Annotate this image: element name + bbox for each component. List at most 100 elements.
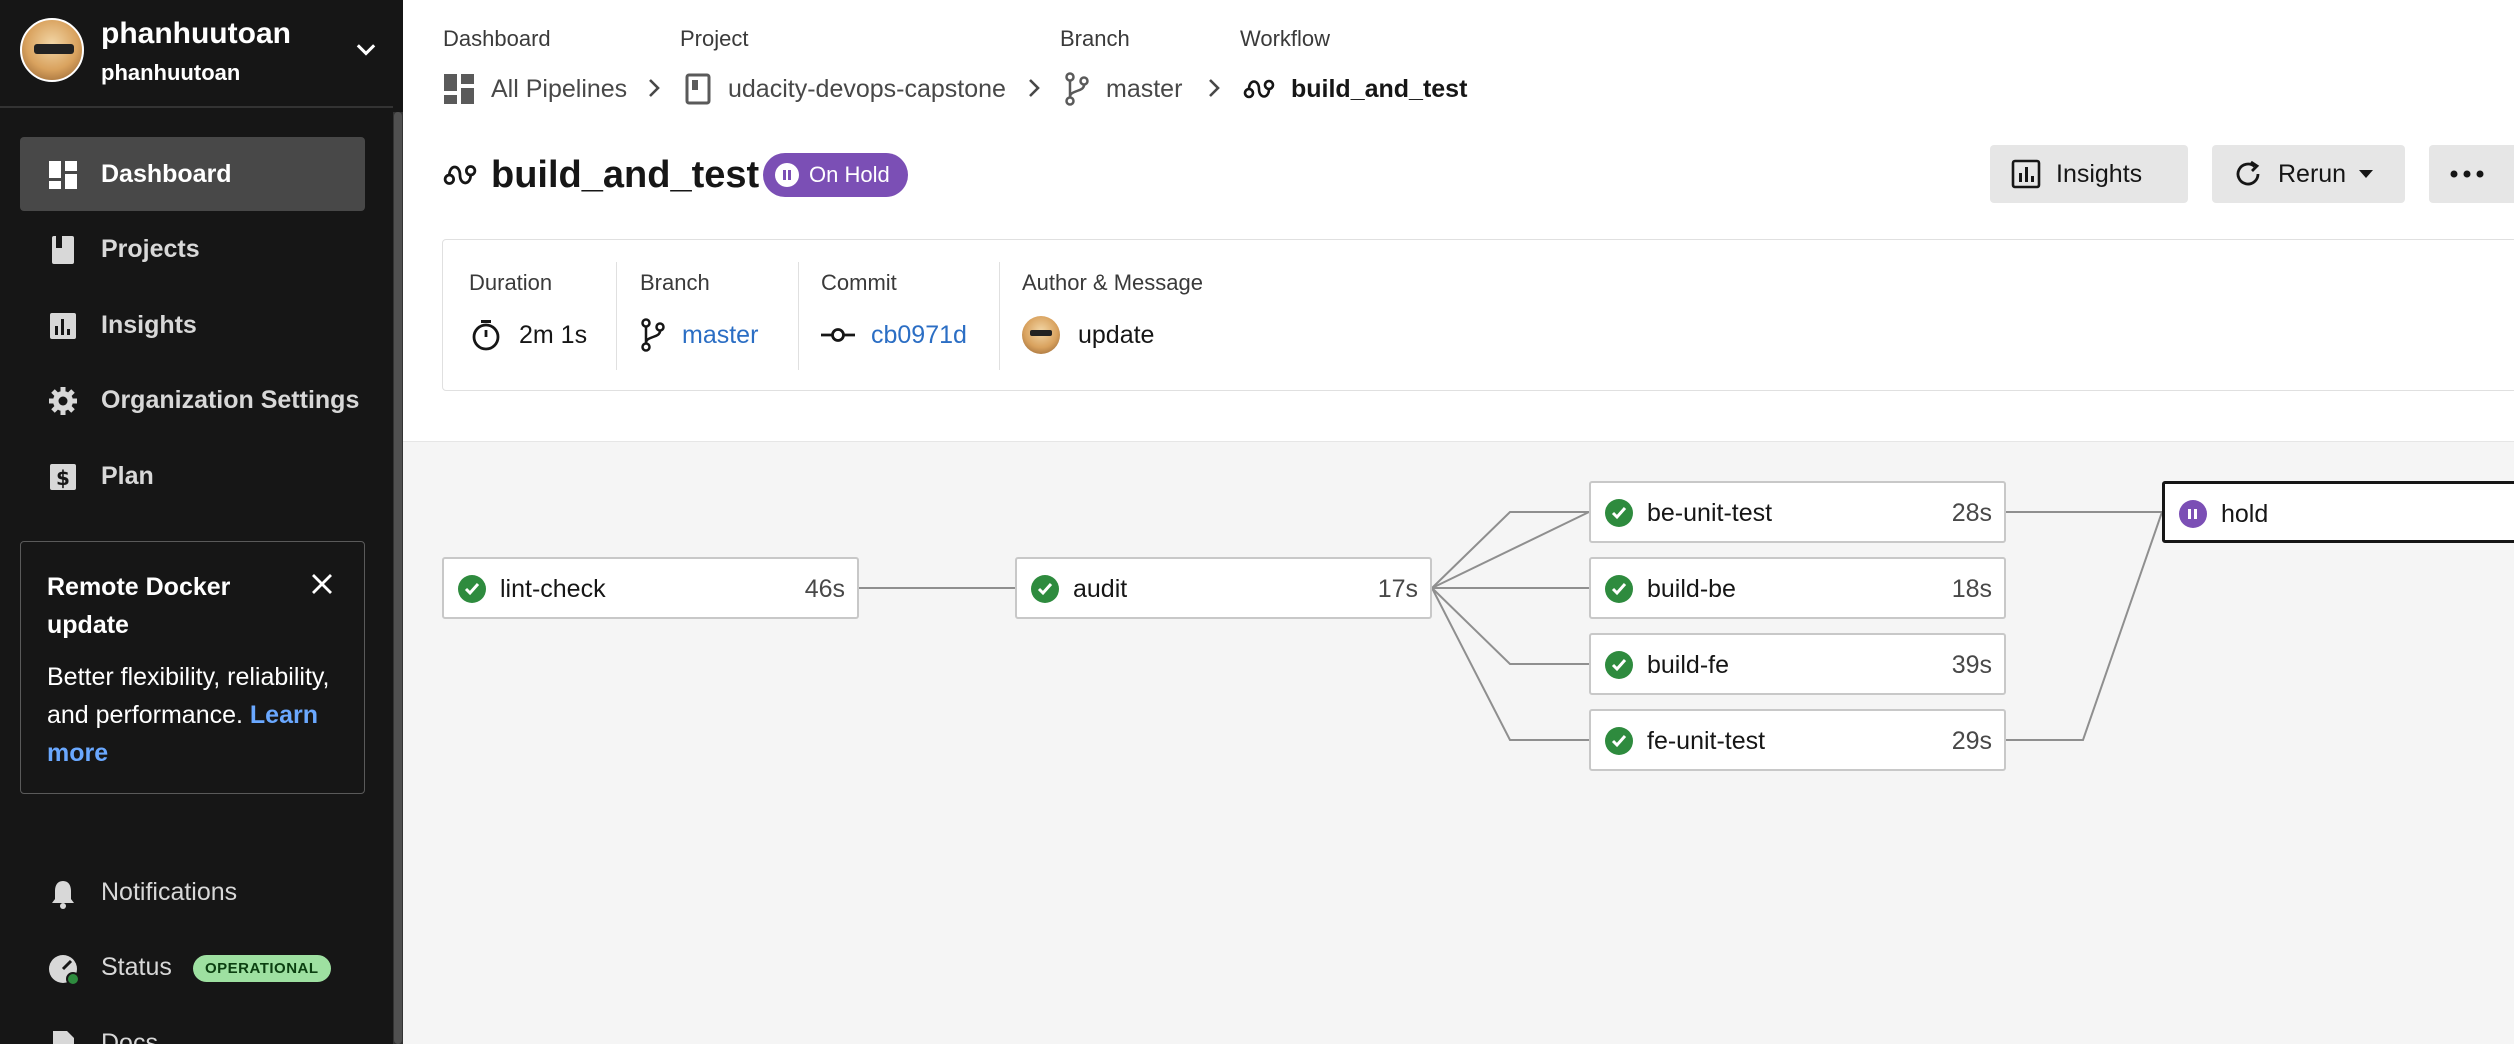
- sidebar-item-organization-settings[interactable]: Organization Settings: [20, 363, 365, 437]
- pause-icon: [2179, 500, 2207, 528]
- chevron-right-icon: [649, 79, 660, 97]
- more-horizontal-icon: [2450, 170, 2484, 178]
- breadcrumb-all-pipelines[interactable]: All Pipelines: [443, 72, 627, 106]
- divider: [798, 262, 799, 370]
- duration-value: 2m 1s: [519, 320, 588, 349]
- insights-button[interactable]: Insights: [1990, 145, 2188, 203]
- breadcrumb-branch[interactable]: master: [1064, 72, 1182, 106]
- workflow-icon: [443, 165, 477, 185]
- job-lint-check[interactable]: lint-check 46s: [442, 557, 859, 619]
- sidebar-item-projects[interactable]: Projects: [20, 212, 365, 286]
- insights-icon: [50, 313, 76, 339]
- breadcrumb-text: master: [1106, 74, 1183, 103]
- dashboard-icon: [49, 161, 77, 189]
- job-be-unit-test[interactable]: be-unit-test 28s: [1589, 481, 2006, 543]
- sidebar-item-docs[interactable]: Docs: [20, 1017, 365, 1044]
- meta-value: cb0971d: [821, 318, 967, 352]
- breadcrumb-text: build_and_test: [1291, 74, 1468, 103]
- sidebar-item-label: Projects: [101, 234, 200, 263]
- status-badge: OPERATIONAL: [193, 955, 331, 982]
- job-hold[interactable]: hold: [2162, 481, 2514, 543]
- caret-down-icon: [2359, 170, 2374, 178]
- breadcrumb-text: udacity-devops-capstone: [728, 74, 1006, 103]
- more-options-button[interactable]: [2429, 145, 2514, 203]
- breadcrumb-label-project: Project: [680, 26, 749, 51]
- job-name: fe-unit-test: [1647, 727, 1766, 755]
- workflow-name: build_and_test: [491, 153, 760, 196]
- promo-title: Remote Docker update: [47, 573, 231, 639]
- job-build-fe[interactable]: build-fe 39s: [1589, 633, 2006, 695]
- breadcrumb-text: All Pipelines: [491, 74, 628, 103]
- breadcrumb-label-branch: Branch: [1060, 26, 1130, 51]
- rerun-button[interactable]: Rerun: [2212, 145, 2405, 203]
- sidebar-item-insights[interactable]: Insights: [20, 288, 365, 362]
- close-icon[interactable]: [310, 572, 334, 596]
- chevron-down-icon[interactable]: [352, 36, 380, 64]
- bell-icon: [52, 881, 74, 909]
- gear-icon: [49, 387, 77, 415]
- job-fe-unit-test[interactable]: fe-unit-test 29s: [1589, 709, 2006, 771]
- sidebar-item-label: Organization Settings: [101, 385, 360, 414]
- page-title: build_and_test: [443, 150, 759, 200]
- sidebar: phanhuutoan phanhuutoan Dashboard Projec…: [0, 0, 403, 1044]
- dashboard-icon: [444, 74, 474, 104]
- sidebar-item-label: Dashboard: [101, 159, 232, 188]
- user-switcher[interactable]: phanhuutoan phanhuutoan: [0, 0, 393, 108]
- success-check-icon: [1605, 575, 1633, 603]
- meta-value: update: [1022, 316, 1155, 354]
- rerun-button-label: Rerun: [2278, 159, 2347, 188]
- success-check-icon: [1605, 499, 1633, 527]
- remote-docker-promo: Remote Docker update Better flexibility,…: [20, 541, 365, 794]
- org-name: phanhuutoan: [101, 60, 241, 85]
- job-name: audit: [1073, 575, 1128, 603]
- job-duration: 18s: [1951, 575, 1992, 603]
- workflow-graph: lint-check 46s audit 17s be-unit-test 28…: [403, 441, 2514, 1044]
- branch-link[interactable]: master: [682, 321, 758, 350]
- success-check-icon: [1031, 575, 1059, 603]
- sidebar-item-label: Docs: [101, 1029, 158, 1044]
- sidebar-scrollbar[interactable]: [394, 112, 402, 1044]
- commit-message: update: [1078, 320, 1155, 349]
- insights-icon: [2011, 159, 2041, 189]
- repo-icon: [685, 73, 711, 105]
- sidebar-item-label: Notifications: [101, 878, 238, 906]
- job-duration: 17s: [1377, 575, 1418, 603]
- status-text: On Hold: [809, 162, 890, 187]
- breadcrumb-label-dashboard: Dashboard: [443, 26, 551, 51]
- meta-label: Branch: [640, 270, 710, 295]
- job-duration: 28s: [1951, 499, 1992, 527]
- success-check-icon: [1605, 727, 1633, 755]
- job-build-be[interactable]: build-be 18s: [1589, 557, 2006, 619]
- workflow-icon: [1243, 79, 1275, 99]
- sidebar-item-dashboard[interactable]: Dashboard: [20, 137, 365, 211]
- job-name: build-fe: [1647, 651, 1729, 679]
- dollar-icon: $: [50, 464, 76, 490]
- meta-label: Commit: [821, 270, 897, 295]
- refresh-icon: [2236, 160, 2260, 186]
- main-content: Dashboard Project Branch Workflow All Pi…: [403, 0, 2514, 1044]
- sidebar-item-status[interactable]: Status OPERATIONAL: [20, 941, 365, 1001]
- svg-text:$: $: [56, 466, 70, 490]
- meta-value: 2m 1s: [469, 318, 587, 352]
- status-gauge-icon: [49, 955, 79, 985]
- breadcrumb-project[interactable]: udacity-devops-capstone: [684, 72, 1006, 106]
- document-icon: [53, 1031, 74, 1044]
- sidebar-item-notifications[interactable]: Notifications: [20, 866, 365, 926]
- chevron-right-icon: [1209, 79, 1220, 97]
- commit-link[interactable]: cb0971d: [871, 321, 967, 350]
- sidebar-item-plan[interactable]: $ Plan: [20, 439, 365, 513]
- meta-value: master: [640, 318, 758, 352]
- breadcrumb-label-workflow: Workflow: [1240, 26, 1331, 51]
- job-audit[interactable]: audit 17s: [1015, 557, 1432, 619]
- job-duration: 39s: [1951, 651, 1992, 679]
- meta-label: Author & Message: [1022, 270, 1203, 295]
- breadcrumb-workflow: build_and_test: [1243, 72, 1467, 106]
- projects-icon: [52, 236, 74, 264]
- sidebar-item-label: Insights: [101, 310, 197, 339]
- chevron-right-icon: [1029, 79, 1040, 97]
- workflow-meta-panel: Duration 2m 1s Branch master Commit cb09…: [442, 239, 2514, 391]
- avatar: [20, 18, 84, 82]
- branch-icon: [1065, 72, 1089, 106]
- user-name: phanhuutoan: [101, 17, 291, 50]
- timer-icon: [472, 320, 500, 351]
